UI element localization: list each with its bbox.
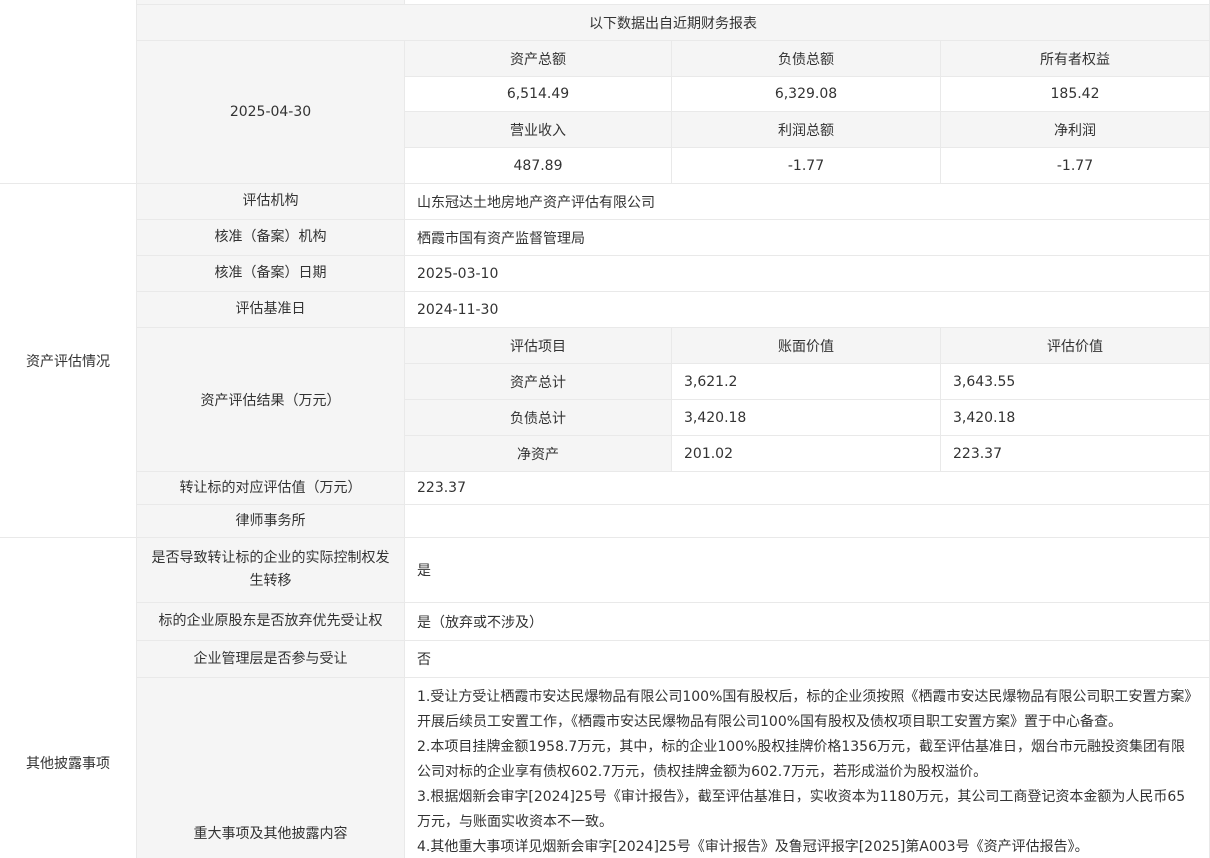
assessment-result-table: 资产评估结果（万元） 评估项目 账面价值 评估价值 资产总计 3,621.2 3… [137,328,1209,472]
disclosure-item-2: 2.本项目挂牌金额1958.7万元，其中，标的企业100%股权挂牌价格1356万… [417,735,1197,785]
label-target-assessed-value: 转让标的对应评估值（万元） [137,472,405,504]
disclosure-item-1: 1.受让方受让栖霞市安达民爆物品有限公司100%国有股权后，标的企业须按照《栖霞… [417,685,1197,735]
row-header-total-liabilities: 负债总计 [405,400,672,436]
value-owners-equity: 185.42 [941,77,1209,112]
assessment-result-grid: 评估项目 账面价值 评估价值 资产总计 3,621.2 3,643.55 负债总… [405,328,1209,471]
value-operating-revenue: 487.89 [405,148,672,183]
disclosure-item-3: 3.根据烟新会审字[2024]25号《审计报告》，截至评估基准日，实收资本为11… [417,785,1197,835]
value-total-liabilities-assessed: 3,420.18 [941,400,1209,436]
table-row: 标的企业原股东是否放弃优先受让权 是（放弃或不涉及） [137,603,1209,641]
value-approval-agency: 栖霞市国有资产监督管理局 [405,220,1209,255]
table-row-major-items: 重大事项及其他披露内容 1.受让方受让栖霞市安达民爆物品有限公司100%国有股权… [137,678,1209,858]
value-net-assets-assessed: 223.37 [941,436,1209,471]
col-header-net-profit: 净利润 [941,112,1209,148]
value-management-participation: 否 [405,641,1209,677]
col-header-total-assets: 资产总额 [405,41,672,77]
label-management-participation: 企业管理层是否参与受让 [137,641,405,677]
value-net-assets-book: 201.02 [672,436,941,471]
asset-transfer-disclosure-table: 以下数据出自近期财务报表 2025-04-30 资产总额 负债总额 所有者权益 … [0,0,1210,858]
asset-assessment-content: 评估机构 山东冠达土地房地产资产评估有限公司 核准（备案）机构 栖霞市国有资产监… [137,184,1209,537]
partial-value-cell [405,0,1209,4]
col-header-assessed-value: 评估价值 [941,328,1209,364]
table-row: 是否导致转让标的企业的实际控制权发生转移 是 [137,538,1209,603]
label-control-transfer: 是否导致转让标的企业的实际控制权发生转移 [137,538,405,602]
value-law-firm [405,505,1209,537]
col-header-owners-equity: 所有者权益 [941,41,1209,77]
value-total-liabilities-book: 3,420.18 [672,400,941,436]
value-total-liabilities: 6,329.08 [672,77,941,112]
value-target-assessed-value: 223.37 [405,472,1209,504]
other-disclosure-content: 是否导致转让标的企业的实际控制权发生转移 是 标的企业原股东是否放弃优先受让权 … [137,538,1209,858]
label-appraisal-base-date: 评估基准日 [137,292,405,327]
section-title-other-disclosure: 其他披露事项 [0,538,137,858]
financial-summary-content: 以下数据出自近期财务报表 2025-04-30 资产总额 负债总额 所有者权益 … [137,0,1209,183]
table-row: 转让标的对应评估值（万元） 223.37 [137,472,1209,505]
col-header-total-profit: 利润总额 [672,112,941,148]
financial-banner: 以下数据出自近期财务报表 [137,5,1209,41]
section-asset-assessment: 资产评估情况 评估机构 山东冠达土地房地产资产评估有限公司 核准（备案）机构 栖… [0,184,1209,538]
section-title-asset-assessment: 资产评估情况 [0,184,137,537]
disclosure-item-4: 4.其他重大事项详见烟新会审字[2024]25号《审计报告》及鲁冠评报字[202… [417,835,1197,858]
financial-grid: 资产总额 负债总额 所有者权益 6,514.49 6,329.08 185.42… [405,41,1209,183]
value-total-profit: -1.77 [672,148,941,183]
section-other-disclosure: 其他披露事项 是否导致转让标的企业的实际控制权发生转移 是 标的企业原股东是否放… [0,538,1209,858]
report-date-cell: 2025-04-30 [137,41,405,183]
value-major-items: 1.受让方受让栖霞市安达民爆物品有限公司100%国有股权后，标的企业须按照《栖霞… [405,678,1209,858]
value-net-profit: -1.77 [941,148,1209,183]
table-row: 核准（备案）机构 栖霞市国有资产监督管理局 [137,220,1209,256]
col-header-total-liabilities: 负债总额 [672,41,941,77]
table-row: 评估基准日 2024-11-30 [137,292,1209,328]
value-preemptive-right-waiver: 是（放弃或不涉及） [405,603,1209,640]
partial-label-cell [137,0,405,4]
label-approval-date: 核准（备案）日期 [137,256,405,291]
table-row: 核准（备案）日期 2025-03-10 [137,256,1209,292]
section-financial-summary: 以下数据出自近期财务报表 2025-04-30 资产总额 负债总额 所有者权益 … [0,0,1209,184]
row-header-total-assets: 资产总计 [405,364,672,400]
row-header-net-assets: 净资产 [405,436,672,471]
table-row: 企业管理层是否参与受让 否 [137,641,1209,678]
label-approval-agency: 核准（备案）机构 [137,220,405,255]
financial-table: 2025-04-30 资产总额 负债总额 所有者权益 6,514.49 6,32… [137,41,1209,183]
label-preemptive-right-waiver: 标的企业原股东是否放弃优先受让权 [137,603,405,640]
label-assessment-result: 资产评估结果（万元） [137,328,405,471]
col-header-operating-revenue: 营业收入 [405,112,672,148]
table-row: 律师事务所 [137,505,1209,537]
label-appraisal-agency: 评估机构 [137,184,405,219]
value-total-assets-assessed: 3,643.55 [941,364,1209,400]
value-appraisal-base-date: 2024-11-30 [405,292,1209,327]
col-header-book-value: 账面价值 [672,328,941,364]
label-major-items: 重大事项及其他披露内容 [137,678,405,858]
label-law-firm: 律师事务所 [137,505,405,537]
value-total-assets-book: 3,621.2 [672,364,941,400]
table-row: 评估机构 山东冠达土地房地产资产评估有限公司 [137,184,1209,220]
value-total-assets: 6,514.49 [405,77,672,112]
value-approval-date: 2025-03-10 [405,256,1209,291]
value-control-transfer: 是 [405,538,1209,602]
col-header-appraisal-item: 评估项目 [405,328,672,364]
section-side-blank [0,0,137,183]
value-appraisal-agency: 山东冠达土地房地产资产评估有限公司 [405,184,1209,219]
